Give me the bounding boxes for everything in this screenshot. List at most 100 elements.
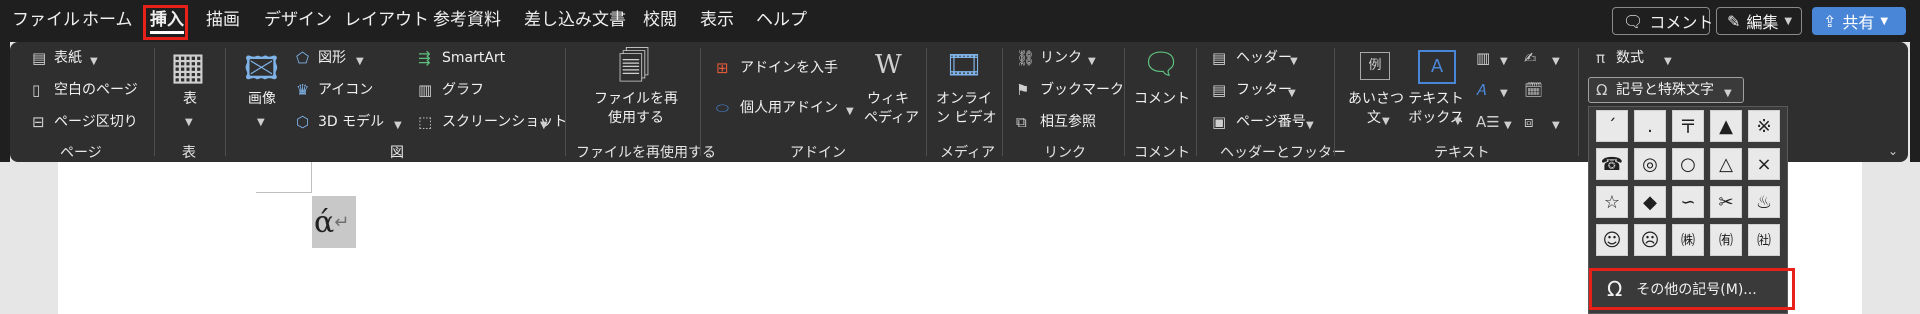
group-label-links: リンク bbox=[1044, 145, 1086, 161]
tab-help[interactable]: ヘルプ bbox=[756, 9, 807, 31]
shapes-button[interactable]: 図形 bbox=[318, 49, 346, 67]
highlight-insert-tab bbox=[143, 5, 188, 40]
chevron-down-icon: ▼ bbox=[1784, 15, 1793, 27]
cover-page-button[interactable]: 表紙 bbox=[54, 49, 82, 67]
reuse-file-button-line2[interactable]: 使用する bbox=[588, 109, 684, 127]
group-label-header-footer: ヘッダーとフッター bbox=[1220, 145, 1346, 161]
symbol-cell[interactable]: ▲ bbox=[1710, 110, 1742, 142]
chevron-down-icon: ▼ bbox=[1552, 56, 1560, 67]
quick-parts-icon: ▥ bbox=[1476, 49, 1491, 67]
share-button[interactable]: ⇪ 共有 ▼ bbox=[1812, 7, 1906, 35]
symbol-cell[interactable]: × bbox=[1748, 148, 1780, 180]
equation-icon: π bbox=[1596, 49, 1606, 67]
chevron-down-icon: ▼ bbox=[1288, 88, 1296, 99]
chevron-down-icon: ▼ bbox=[1382, 116, 1390, 127]
date-time-icon: 🗓 bbox=[1524, 81, 1544, 99]
cross-reference-button[interactable]: 相互参照 bbox=[1040, 113, 1096, 131]
symbol-cell[interactable]: ☹ bbox=[1634, 224, 1666, 256]
symbol-cell[interactable]: ✂ bbox=[1710, 186, 1742, 218]
tab-view[interactable]: 表示 bbox=[700, 9, 734, 31]
symbol-cell[interactable]: △ bbox=[1710, 148, 1742, 180]
symbol-cell[interactable]: ㈱ bbox=[1672, 224, 1704, 256]
symbol-cell[interactable]: ´ bbox=[1596, 110, 1628, 142]
symbol-cell[interactable]: 〒 bbox=[1672, 110, 1704, 142]
symbol-cell[interactable]: ◆ bbox=[1634, 186, 1666, 218]
new-comment-button[interactable]: コメント bbox=[1134, 90, 1190, 108]
comment-button[interactable]: 🗨 コメント bbox=[1612, 7, 1714, 35]
tab-design[interactable]: デザイン bbox=[264, 9, 332, 31]
table-icon: ▦ bbox=[170, 44, 206, 88]
tab-home[interactable]: ホーム bbox=[82, 9, 133, 31]
equation-button[interactable]: 数式 bbox=[1616, 49, 1644, 67]
personal-addins-button[interactable]: 個人用アドイン bbox=[740, 99, 838, 117]
link-button[interactable]: リンク bbox=[1040, 49, 1082, 67]
separator bbox=[225, 48, 226, 156]
symbol-cell[interactable]: ☎ bbox=[1596, 148, 1628, 180]
tab-mailings[interactable]: 差し込み文書 bbox=[524, 9, 626, 31]
symbol-cell[interactable]: ♨ bbox=[1748, 186, 1780, 218]
menu-bar: ファイル ホーム 挿入 描画 デザイン レイアウト 参考資料 差し込み文書 校閲… bbox=[0, 0, 1920, 42]
page-break-icon: ⊟ bbox=[32, 113, 45, 131]
symbol-cell[interactable]: ☺ bbox=[1596, 224, 1628, 256]
screenshot-button[interactable]: スクリーンショット bbox=[442, 113, 567, 131]
tab-review[interactable]: 校閲 bbox=[643, 9, 677, 31]
signature-line-icon: ✍ bbox=[1524, 49, 1537, 67]
bookmark-button[interactable]: ブックマーク bbox=[1040, 81, 1124, 99]
smartart-button[interactable]: SmartArt bbox=[442, 49, 505, 67]
tab-references[interactable]: 参考資料 bbox=[433, 9, 501, 31]
online-video-button-line1[interactable]: オンライ bbox=[936, 90, 992, 108]
bookmark-icon: ⚑ bbox=[1016, 81, 1030, 99]
greeting-button-line1[interactable]: あいさつ bbox=[1348, 90, 1404, 108]
tab-layout[interactable]: レイアウト bbox=[344, 9, 429, 31]
separator bbox=[1124, 48, 1125, 156]
symbol-cell[interactable]: ㈲ bbox=[1710, 224, 1742, 256]
ribbon-expand-icon[interactable]: ⌄ bbox=[1888, 142, 1898, 160]
selected-text[interactable]: ά ↵ bbox=[312, 196, 356, 248]
get-addins-button[interactable]: アドインを入手 bbox=[740, 59, 838, 77]
group-label-text: テキスト bbox=[1434, 145, 1490, 161]
chevron-down-icon: ▼ bbox=[1552, 120, 1560, 131]
separator bbox=[700, 48, 701, 156]
symbol-cell[interactable]: . bbox=[1634, 110, 1666, 142]
text-box-button-line1[interactable]: テキスト bbox=[1408, 90, 1464, 108]
symbol-cell[interactable]: ☆ bbox=[1596, 186, 1628, 218]
symbol-cell[interactable]: ◎ bbox=[1634, 148, 1666, 180]
footer-button[interactable]: フッター bbox=[1236, 81, 1292, 99]
online-video-button-line2[interactable]: ン ビデオ bbox=[936, 109, 996, 127]
window-edge-right bbox=[1910, 42, 1920, 162]
margin-guide-vertical bbox=[311, 162, 312, 193]
separator bbox=[1002, 48, 1003, 156]
reuse-file-button-line1[interactable]: ファイルを再 bbox=[588, 90, 684, 108]
table-button[interactable]: 表 bbox=[172, 90, 208, 108]
chevron-down-icon: ▼ bbox=[1880, 15, 1889, 27]
symbol-cell[interactable]: ∽ bbox=[1672, 186, 1704, 218]
blank-page-button[interactable]: 空白のページ bbox=[54, 81, 138, 99]
picture-button[interactable]: 画像 bbox=[244, 90, 280, 108]
3d-model-button[interactable]: 3D モデル bbox=[318, 113, 384, 131]
page-number-button[interactable]: ページ番号 bbox=[1236, 113, 1306, 131]
comment-icon: 🗨 bbox=[1623, 11, 1644, 31]
symbol-cell[interactable]: ※ bbox=[1748, 110, 1780, 142]
symbol-cell[interactable]: ㈳ bbox=[1748, 224, 1780, 256]
tab-draw[interactable]: 描画 bbox=[206, 9, 240, 31]
greeting-button-line2[interactable]: 文 bbox=[1348, 109, 1400, 127]
wikipedia-button-line2[interactable]: ペディア bbox=[864, 109, 919, 127]
chevron-down-icon: ▼ bbox=[1504, 120, 1512, 131]
group-label-media: メディア bbox=[940, 145, 996, 161]
wikipedia-button-line1[interactable]: ウィキ bbox=[864, 90, 912, 108]
blank-page-icon: ▯ bbox=[32, 81, 41, 99]
tab-file[interactable]: ファイル bbox=[12, 9, 80, 31]
page-break-button[interactable]: ページ区切り bbox=[54, 113, 138, 131]
edit-button[interactable]: ✎ 編集 ▼ bbox=[1716, 7, 1802, 35]
symbol-cell[interactable]: ○ bbox=[1672, 148, 1704, 180]
header-button[interactable]: ヘッダー bbox=[1236, 49, 1292, 67]
chart-button[interactable]: グラフ bbox=[442, 81, 484, 99]
wordart-icon: 𝐴 bbox=[1476, 81, 1486, 99]
share-button-label: 共有 bbox=[1842, 13, 1875, 32]
drop-cap-icon: A☰ bbox=[1476, 113, 1500, 131]
icons-button[interactable]: アイコン bbox=[318, 81, 373, 99]
group-label-table: 表 bbox=[182, 145, 196, 161]
pencil-icon: ✎ bbox=[1727, 11, 1741, 31]
group-label-comments: コメント bbox=[1134, 145, 1190, 161]
comment-button-label: コメント bbox=[1649, 13, 1714, 32]
